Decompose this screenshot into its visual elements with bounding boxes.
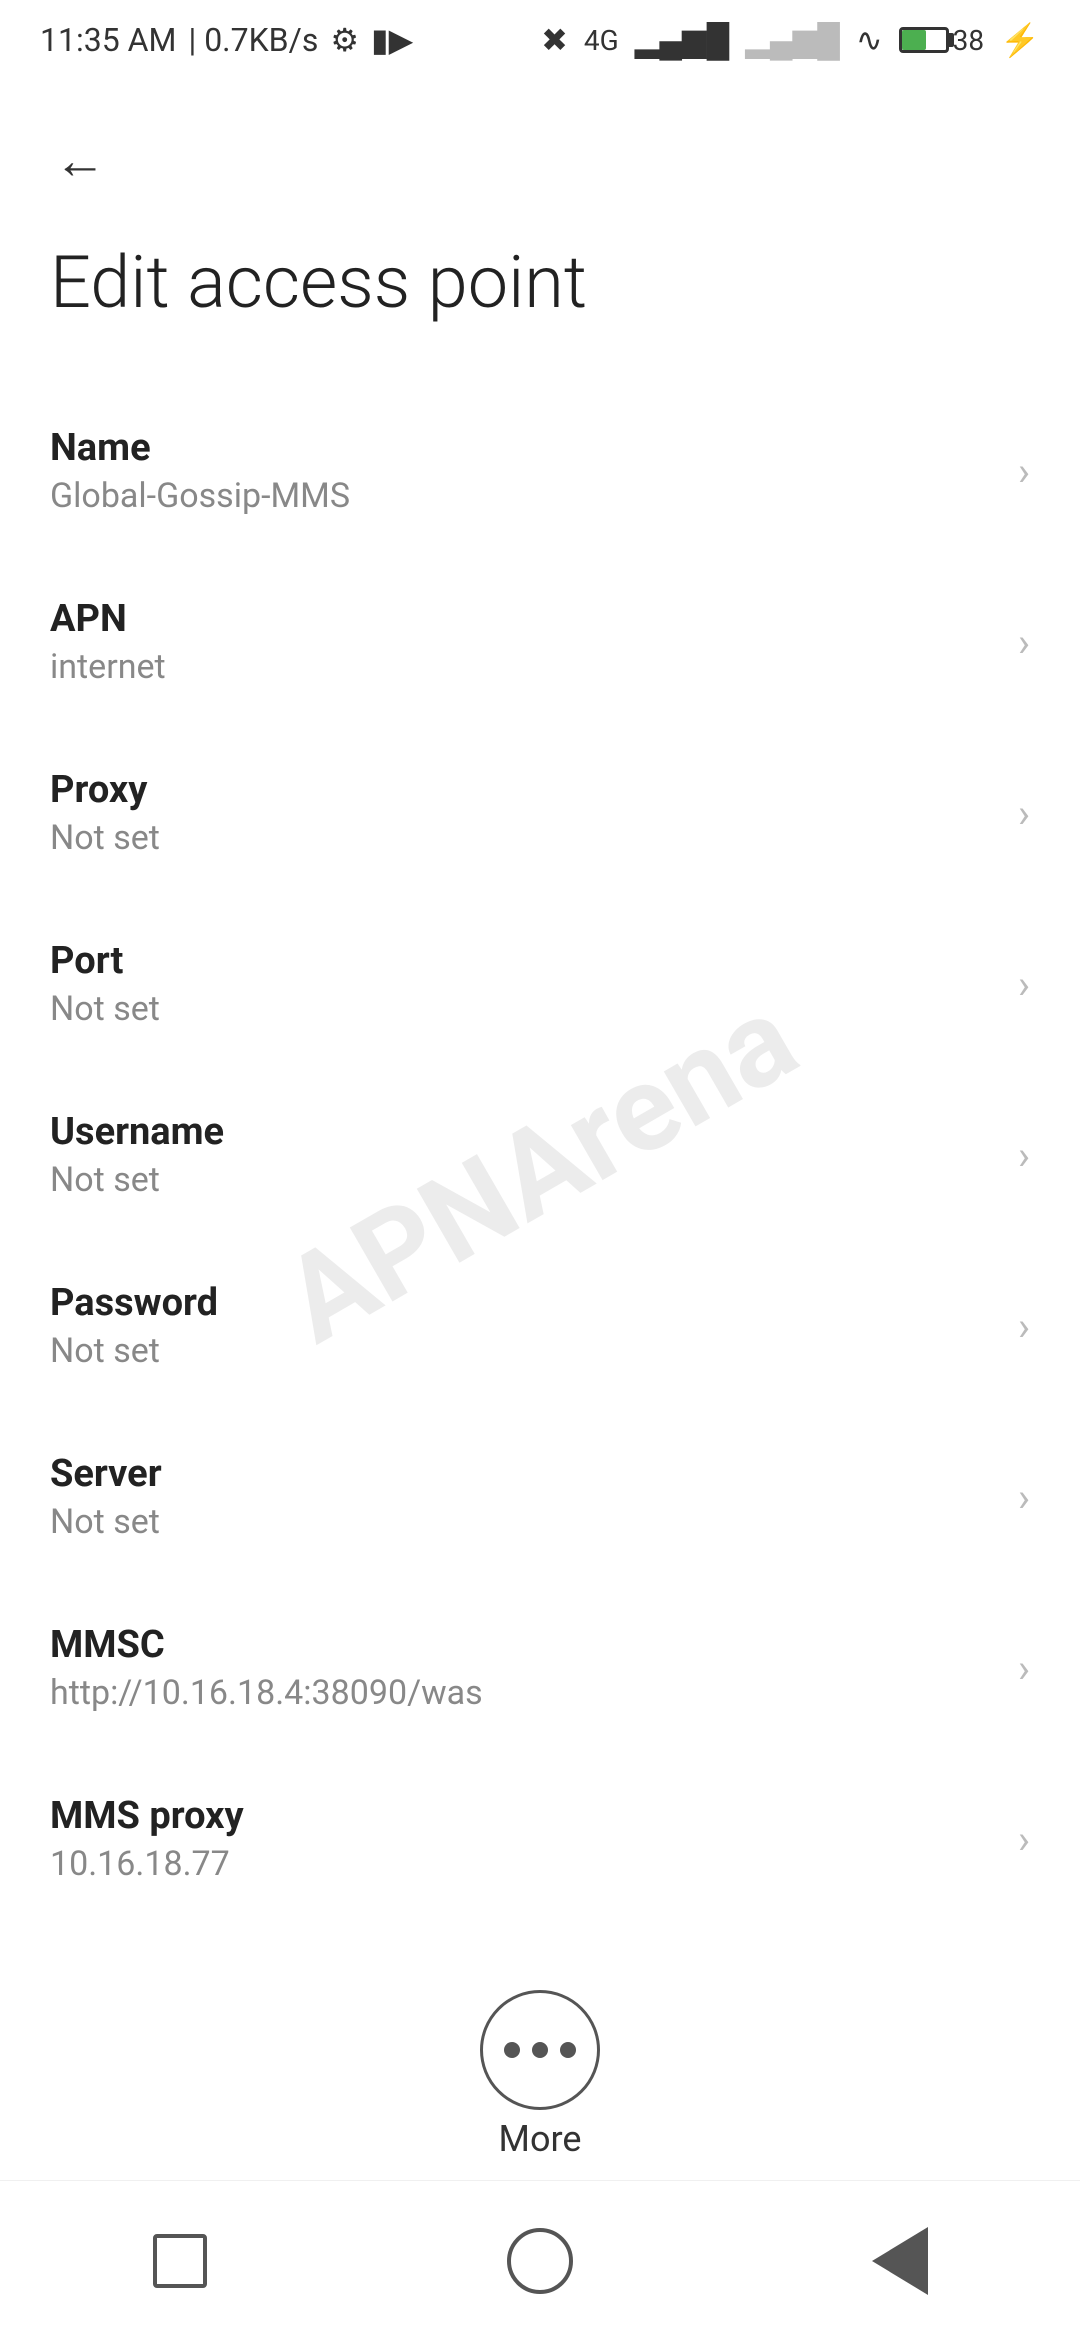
settings-item-apn-label: APN — [50, 597, 998, 641]
nav-home-button[interactable] — [480, 2221, 600, 2301]
settings-item-password-content: Password Not set — [50, 1281, 998, 1371]
settings-item-server[interactable]: Server Not set › — [0, 1412, 1080, 1583]
back-arrow-icon: ← — [54, 130, 106, 191]
status-right: ✖ 4G ▂▄▆█ ▂▄▆█ ∿ 38 ⚡ — [541, 21, 1040, 59]
bluetooth-icon: ✖ — [541, 21, 568, 59]
settings-item-mmsc[interactable]: MMSC http://10.16.18.4:38090/was › — [0, 1583, 1080, 1754]
signal-bars-icon: ▂▄▆█ — [635, 21, 730, 59]
settings-item-password-label: Password — [50, 1281, 998, 1325]
settings-item-mmsc-value: http://10.16.18.4:38090/was — [50, 1673, 998, 1713]
settings-item-port[interactable]: Port Not set › — [0, 899, 1080, 1070]
signal-bars-2-icon: ▂▄▆█ — [745, 21, 840, 59]
settings-item-name-content: Name Global-Gossip-MMS — [50, 426, 998, 516]
settings-item-username-content: Username Not set — [50, 1110, 998, 1200]
chevron-icon-port: › — [1018, 961, 1030, 1008]
settings-item-mms-proxy[interactable]: MMS proxy 10.16.18.77 › — [0, 1754, 1080, 1925]
more-dots-icon — [504, 2042, 576, 2058]
settings-item-apn-value: internet — [50, 647, 998, 687]
settings-item-port-value: Not set — [50, 989, 998, 1029]
back-icon — [872, 2227, 928, 2295]
settings-item-apn[interactable]: APN internet › — [0, 557, 1080, 728]
settings-item-proxy-label: Proxy — [50, 768, 998, 812]
settings-item-apn-content: APN internet — [50, 597, 998, 687]
nav-bar — [0, 2180, 1080, 2340]
settings-item-username-label: Username — [50, 1110, 998, 1154]
home-icon — [507, 2228, 573, 2294]
status-bar: 11:35 AM | 0.7KB/s ⚙ ▮▶ ✖ 4G ▂▄▆█ ▂▄▆█ ∿… — [0, 0, 1080, 80]
nav-back-button[interactable] — [840, 2221, 960, 2301]
settings-list: Name Global-Gossip-MMS › APN internet › … — [0, 386, 1080, 1925]
settings-item-mmsc-label: MMSC — [50, 1623, 998, 1667]
charging-icon: ⚡ — [1000, 21, 1040, 59]
more-label: More — [499, 2118, 582, 2160]
page-title: Edit access point — [0, 220, 1080, 386]
status-left: 11:35 AM | 0.7KB/s ⚙ ▮▶ — [40, 21, 413, 59]
chevron-icon-apn: › — [1018, 619, 1030, 666]
signal-4g-icon: 4G — [584, 24, 619, 57]
chevron-icon-server: › — [1018, 1474, 1030, 1521]
back-area: ← — [0, 80, 1080, 220]
recents-icon — [153, 2234, 207, 2288]
settings-item-username[interactable]: Username Not set › — [0, 1070, 1080, 1241]
settings-item-username-value: Not set — [50, 1160, 998, 1200]
settings-item-name-label: Name — [50, 426, 998, 470]
settings-item-mms-proxy-value: 10.16.18.77 — [50, 1844, 998, 1884]
wifi-icon: ∿ — [856, 21, 883, 59]
back-button[interactable]: ← — [40, 120, 120, 200]
settings-item-name[interactable]: Name Global-Gossip-MMS › — [0, 386, 1080, 557]
settings-icon: ⚙ — [330, 21, 359, 59]
settings-item-password-value: Not set — [50, 1331, 998, 1371]
settings-item-proxy-value: Not set — [50, 818, 998, 858]
chevron-icon-mms-proxy: › — [1018, 1816, 1030, 1863]
settings-item-port-content: Port Not set — [50, 939, 998, 1029]
settings-item-server-content: Server Not set — [50, 1452, 998, 1542]
battery-percent: 38 — [953, 24, 984, 57]
settings-item-mms-proxy-label: MMS proxy — [50, 1794, 998, 1838]
settings-item-server-value: Not set — [50, 1502, 998, 1542]
network-speed: | 0.7KB/s — [188, 21, 318, 59]
settings-item-proxy[interactable]: Proxy Not set › — [0, 728, 1080, 899]
chevron-icon-name: › — [1018, 448, 1030, 495]
more-button[interactable] — [480, 1990, 600, 2110]
time-display: 11:35 AM — [40, 21, 176, 59]
settings-item-server-label: Server — [50, 1452, 998, 1496]
chevron-icon-mmsc: › — [1018, 1645, 1030, 1692]
video-icon: ▮▶ — [371, 21, 413, 59]
settings-item-name-value: Global-Gossip-MMS — [50, 476, 998, 516]
chevron-icon-username: › — [1018, 1132, 1030, 1179]
nav-recents-button[interactable] — [120, 2221, 240, 2301]
more-section: More — [0, 1990, 1080, 2160]
chevron-icon-proxy: › — [1018, 790, 1030, 837]
settings-item-mmsc-content: MMSC http://10.16.18.4:38090/was — [50, 1623, 998, 1713]
settings-item-mms-proxy-content: MMS proxy 10.16.18.77 — [50, 1794, 998, 1884]
settings-item-password[interactable]: Password Not set › — [0, 1241, 1080, 1412]
battery-indicator: 38 — [899, 24, 984, 57]
settings-item-proxy-content: Proxy Not set — [50, 768, 998, 858]
settings-item-port-label: Port — [50, 939, 998, 983]
chevron-icon-password: › — [1018, 1303, 1030, 1350]
